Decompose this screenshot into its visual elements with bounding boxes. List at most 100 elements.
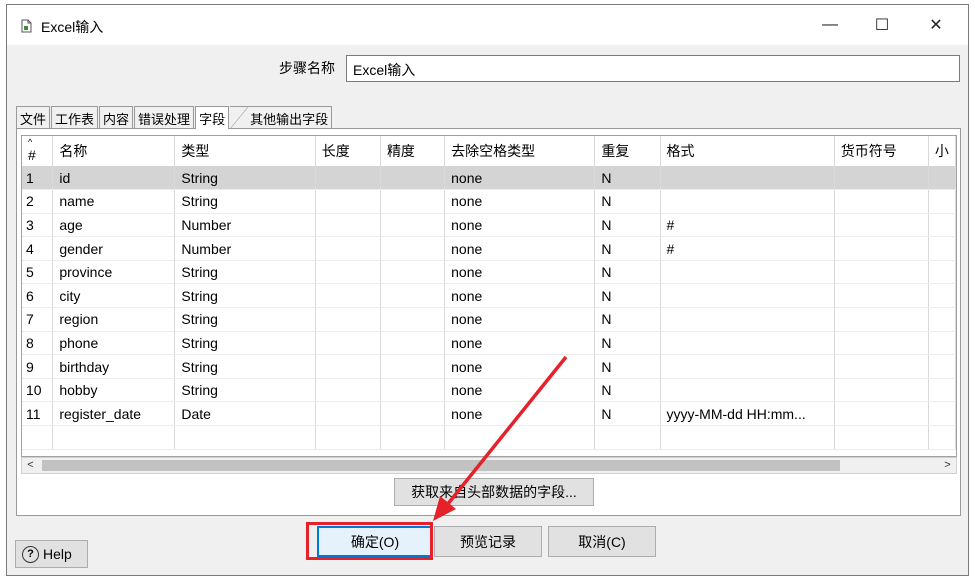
cell-currency[interactable] bbox=[834, 331, 929, 356]
table-row[interactable]: 11 register_date Date none Nyyyy-MM-dd HH:mm… bbox=[22, 401, 956, 427]
cell-type[interactable]: String bbox=[174, 166, 316, 191]
cell-currency[interactable] bbox=[834, 236, 929, 261]
table-row[interactable]: 4 gender Number none N # bbox=[22, 236, 956, 261]
cell-precision[interactable] bbox=[380, 378, 446, 403]
cell-name[interactable]: register_date bbox=[52, 401, 176, 427]
column-header-index[interactable]: ^ # bbox=[22, 136, 54, 166]
cell-format[interactable] bbox=[660, 378, 835, 403]
tab-content[interactable]: 内容 bbox=[99, 106, 134, 128]
cell-type[interactable]: String bbox=[174, 378, 316, 403]
table-row-empty[interactable] bbox=[22, 425, 956, 450]
cell-rownum[interactable]: 6 bbox=[22, 283, 54, 309]
tab-file[interactable]: 文件 bbox=[16, 106, 51, 128]
column-header-length[interactable]: 长度 bbox=[315, 136, 381, 166]
cell-trim[interactable]: none bbox=[444, 236, 596, 261]
cell-repeat[interactable]: N bbox=[594, 378, 661, 403]
cell-currency[interactable] bbox=[834, 213, 929, 238]
cell-length[interactable] bbox=[315, 283, 381, 309]
cell-empty[interactable] bbox=[928, 425, 956, 450]
cell-trim[interactable]: none bbox=[444, 283, 596, 309]
column-header-type[interactable]: 类型 bbox=[174, 136, 316, 166]
column-header-currency[interactable]: 货币符号 bbox=[834, 136, 929, 166]
cell-empty[interactable] bbox=[660, 425, 835, 450]
cell-format[interactable] bbox=[660, 189, 835, 214]
cell-format[interactable] bbox=[660, 354, 835, 379]
cell-precision[interactable] bbox=[380, 331, 446, 356]
table-row[interactable]: 10 hobby String none N bbox=[22, 378, 956, 403]
cell-currency[interactable] bbox=[834, 354, 929, 379]
cell-repeat[interactable]: N bbox=[594, 307, 661, 332]
cell-repeat[interactable]: N bbox=[594, 331, 661, 356]
table-row[interactable]: 1 id String none N bbox=[22, 166, 956, 191]
cell-type[interactable]: Date bbox=[174, 401, 316, 427]
cell-repeat[interactable]: N bbox=[594, 236, 661, 261]
step-name-input[interactable]: Excel输入 bbox=[346, 55, 960, 82]
table-row[interactable]: 5 province String none N bbox=[22, 260, 956, 285]
cell-type[interactable]: String bbox=[174, 331, 316, 356]
scroll-right-icon[interactable]: > bbox=[939, 458, 956, 473]
cell-empty[interactable] bbox=[22, 425, 54, 450]
cell-name[interactable]: phone bbox=[52, 331, 176, 356]
table-row[interactable]: 6 city String none N bbox=[22, 283, 956, 309]
cell-decimal[interactable] bbox=[928, 166, 956, 191]
table-row[interactable]: 3 age Number none N # bbox=[22, 213, 956, 238]
cell-name[interactable]: age bbox=[52, 213, 176, 238]
cell-name[interactable]: province bbox=[52, 260, 176, 285]
cell-currency[interactable] bbox=[834, 401, 929, 427]
cell-rownum[interactable]: 4 bbox=[22, 236, 54, 261]
scrollbar-thumb[interactable] bbox=[42, 460, 840, 471]
preview-records-button[interactable]: 预览记录 bbox=[434, 526, 542, 557]
tab-fields[interactable]: 字段 bbox=[195, 106, 230, 129]
cell-currency[interactable] bbox=[834, 283, 929, 309]
cell-rownum[interactable]: 11 bbox=[22, 401, 54, 427]
cell-length[interactable] bbox=[315, 331, 381, 356]
cell-rownum[interactable]: 3 bbox=[22, 213, 54, 238]
cell-decimal[interactable] bbox=[928, 283, 956, 309]
column-header-trim-type[interactable]: 去除空格类型 bbox=[444, 136, 596, 166]
column-header-precision[interactable]: 精度 bbox=[380, 136, 446, 166]
table-row[interactable]: 8 phone String none N bbox=[22, 331, 956, 356]
cell-trim[interactable]: none bbox=[444, 331, 596, 356]
cell-decimal[interactable] bbox=[928, 378, 956, 403]
cell-name[interactable]: region bbox=[52, 307, 176, 332]
cell-type[interactable]: String bbox=[174, 283, 316, 309]
cell-repeat[interactable]: N bbox=[594, 401, 661, 427]
cell-rownum[interactable]: 9 bbox=[22, 354, 54, 379]
cell-length[interactable] bbox=[315, 189, 381, 214]
cell-trim[interactable]: none bbox=[444, 401, 596, 427]
horizontal-scrollbar[interactable]: < > bbox=[21, 457, 957, 474]
cell-trim[interactable]: none bbox=[444, 354, 596, 379]
cell-precision[interactable] bbox=[380, 401, 446, 427]
cell-precision[interactable] bbox=[380, 189, 446, 214]
cell-decimal[interactable] bbox=[928, 260, 956, 285]
cell-empty[interactable] bbox=[52, 425, 176, 450]
cell-trim[interactable]: none bbox=[444, 260, 596, 285]
cell-empty[interactable] bbox=[380, 425, 446, 450]
cell-type[interactable]: String bbox=[174, 189, 316, 214]
cell-empty[interactable] bbox=[174, 425, 316, 450]
cell-precision[interactable] bbox=[380, 260, 446, 285]
cell-trim[interactable]: none bbox=[444, 189, 596, 214]
cell-decimal[interactable] bbox=[928, 401, 956, 427]
column-header-repeat[interactable]: 重复 bbox=[594, 136, 661, 166]
cell-decimal[interactable] bbox=[928, 213, 956, 238]
cell-decimal[interactable] bbox=[928, 236, 956, 261]
cell-decimal[interactable] bbox=[928, 307, 956, 332]
cell-precision[interactable] bbox=[380, 354, 446, 379]
cell-rownum[interactable]: 7 bbox=[22, 307, 54, 332]
cell-precision[interactable] bbox=[380, 166, 446, 191]
cell-decimal[interactable] bbox=[928, 331, 956, 356]
cell-name[interactable]: gender bbox=[52, 236, 176, 261]
cell-empty[interactable] bbox=[594, 425, 661, 450]
cell-type[interactable]: String bbox=[174, 260, 316, 285]
cell-rownum[interactable]: 5 bbox=[22, 260, 54, 285]
cell-format[interactable] bbox=[660, 307, 835, 332]
cell-length[interactable] bbox=[315, 236, 381, 261]
cell-rownum[interactable]: 10 bbox=[22, 378, 54, 403]
maximize-button[interactable]: ☐ bbox=[859, 11, 905, 39]
cell-repeat[interactable]: N bbox=[594, 189, 661, 214]
cell-type[interactable]: Number bbox=[174, 213, 316, 238]
cell-currency[interactable] bbox=[834, 189, 929, 214]
table-row[interactable]: 7 region String none N bbox=[22, 307, 956, 332]
cell-decimal[interactable] bbox=[928, 354, 956, 379]
